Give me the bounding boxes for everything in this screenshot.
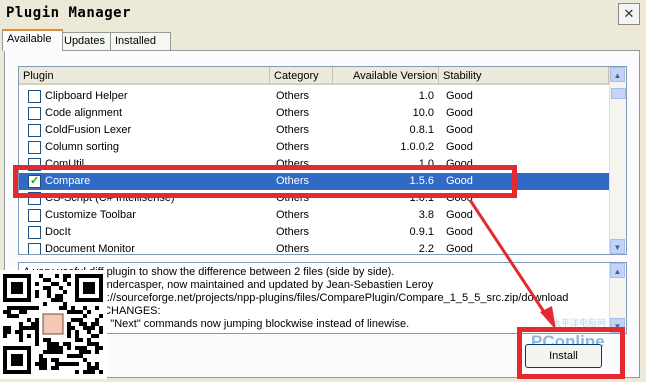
qr-code-icon <box>0 270 107 379</box>
tab-available[interactable]: Available <box>2 29 63 51</box>
